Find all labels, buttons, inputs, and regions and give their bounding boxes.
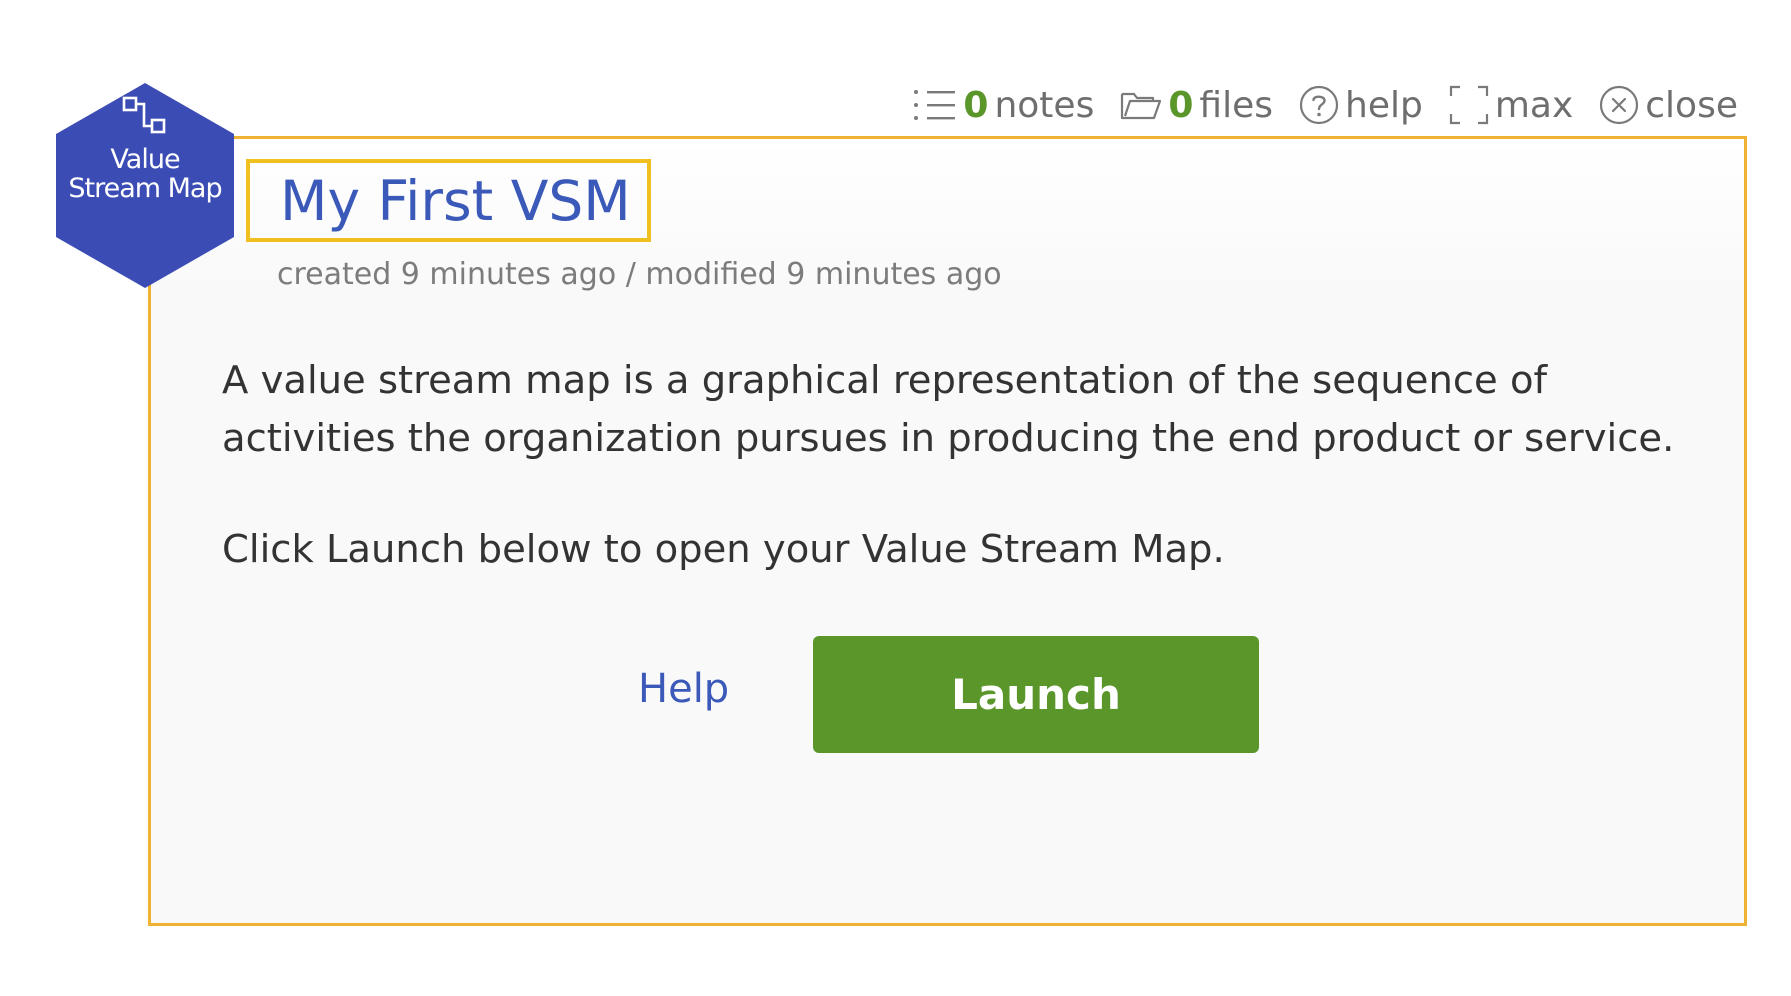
help-button[interactable]: help <box>1299 85 1423 126</box>
files-count: 0 <box>1168 84 1194 126</box>
vsm-badge: Value Stream Map <box>56 83 234 288</box>
close-circle-icon <box>1599 85 1639 125</box>
launch-button[interactable]: Launch <box>813 636 1259 753</box>
vsm-dialog-stage: 0 notes 0 files help max close Value Str… <box>0 0 1791 996</box>
close-label: close <box>1645 84 1738 126</box>
list-icon <box>913 88 957 122</box>
notes-count: 0 <box>963 84 989 126</box>
max-label: max <box>1494 84 1574 126</box>
close-button[interactable]: close <box>1599 85 1738 126</box>
help-circle-icon <box>1299 85 1339 125</box>
max-button[interactable]: max <box>1449 85 1573 126</box>
maximize-icon <box>1449 85 1489 125</box>
value-stream-icon <box>122 96 168 140</box>
notes-button[interactable]: 0 notes <box>913 85 1094 126</box>
notes-label: notes <box>994 84 1095 126</box>
files-label: files <box>1199 84 1273 126</box>
badge-label-line1: Value <box>110 144 180 175</box>
files-button[interactable]: 0 files <box>1120 85 1273 126</box>
panel-title[interactable]: My First VSM <box>246 159 651 242</box>
badge-label-line2: Stream Map <box>68 173 222 204</box>
panel-instruction: Click Launch below to open your Value St… <box>222 527 1225 572</box>
panel-meta: created 9 minutes ago / modified 9 minut… <box>277 257 1002 292</box>
folder-icon <box>1120 89 1162 121</box>
badge-label: Value Stream Map <box>56 145 234 203</box>
panel-description: A value stream map is a graphical repres… <box>222 358 1675 461</box>
panel-toolbar: 0 notes 0 files help max close <box>913 78 1738 132</box>
help-link[interactable]: Help <box>638 666 729 712</box>
help-label: help <box>1345 84 1423 126</box>
